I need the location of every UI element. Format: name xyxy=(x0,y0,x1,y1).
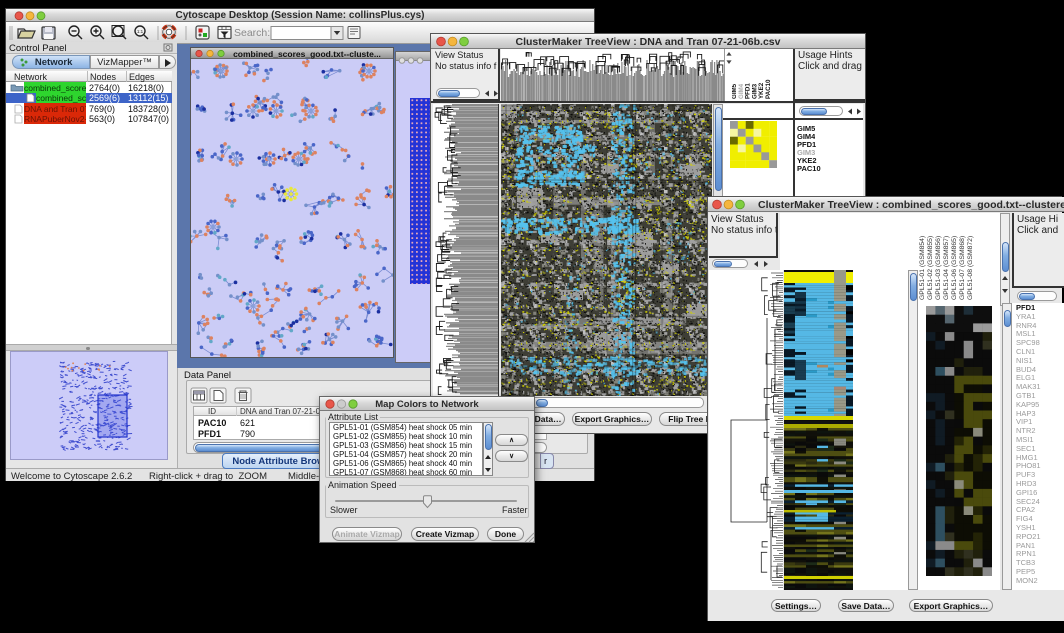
svg-text:GPL51-07 (GSM868): GPL51-07 (GSM868) xyxy=(959,236,966,300)
svg-text:GPL51-06 (GSM865): GPL51-06 (GSM865) xyxy=(951,236,958,300)
svg-text:1:1: 1:1 xyxy=(137,29,144,34)
svg-text:GPL51-08 (GSM872): GPL51-08 (GSM872) xyxy=(967,236,974,300)
svg-text:GPL51-01 (GSM854): GPL51-01 (GSM854) xyxy=(919,236,926,300)
svg-text:GPL51-04 (GSM857): GPL51-04 (GSM857) xyxy=(943,236,950,300)
svg-text:PAC10: PAC10 xyxy=(765,79,772,99)
svg-text:GPL51-02 (GSM855): GPL51-02 (GSM855) xyxy=(927,236,934,300)
svg-text:GPL51-03 (GSM856): GPL51-03 (GSM856) xyxy=(935,236,942,300)
svg-text:Search:: Search: xyxy=(234,27,270,39)
